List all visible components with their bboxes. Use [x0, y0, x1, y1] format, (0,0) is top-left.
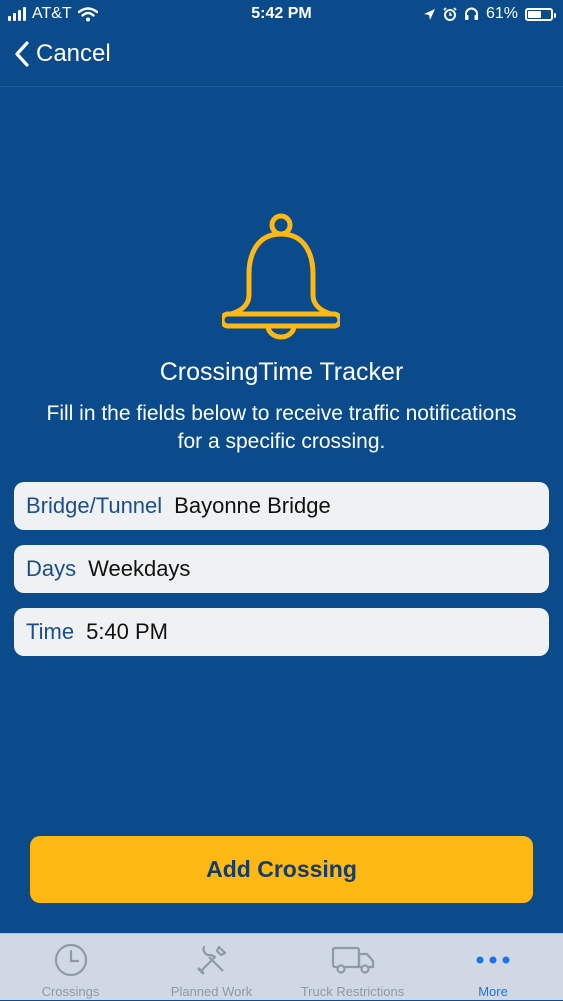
tab-bar: Crossings Planned Work Truck Restriction… [0, 933, 563, 1000]
subtitle-line-1: Fill in the fields below to receive traf… [46, 402, 517, 425]
headphones-icon [464, 7, 478, 20]
status-bar: AT&T 5:42 PM 61% [0, 0, 563, 30]
field-value: 5:40 PM [86, 619, 169, 644]
battery-percent: 61% [485, 5, 518, 22]
tab-truck-restrictions[interactable]: Truck Restrictions [282, 934, 423, 1001]
field-value: Bayonne Bridge [174, 493, 331, 518]
field-label: Bridge/Tunnel [26, 493, 163, 518]
field-label: Days [26, 556, 77, 581]
nav-divider [0, 86, 563, 87]
field-value: Weekdays [88, 556, 191, 581]
tab-crossings[interactable]: Crossings [0, 934, 141, 1001]
bridge-tunnel-field[interactable]: Bridge/Tunnel Bayonne Bridge [14, 482, 549, 530]
battery-fill [528, 10, 541, 18]
clock-icon [54, 943, 87, 977]
nav-bar: Cancel [0, 30, 563, 86]
tab-label: Crossings [41, 984, 100, 999]
tab-planned-work[interactable]: Planned Work [141, 934, 282, 1001]
tab-label: Truck Restrictions [300, 984, 405, 999]
alarm-icon [443, 7, 457, 21]
time-field[interactable]: Time 5:40 PM [14, 608, 549, 656]
battery-icon [525, 7, 556, 21]
field-label: Time [26, 619, 75, 644]
page-subtitle: Fill in the fields below to receive traf… [0, 400, 563, 456]
days-field[interactable]: Days Weekdays [14, 545, 549, 593]
location-icon [423, 8, 435, 20]
tab-label: Planned Work [170, 984, 253, 999]
page-title: CrossingTime Tracker [159, 358, 404, 386]
subtitle-line-2: for a specific crossing. [177, 430, 386, 453]
tab-more[interactable]: More [423, 934, 563, 1001]
tools-icon [197, 945, 226, 975]
cancel-button[interactable]: Cancel [14, 40, 111, 68]
cancel-label: Cancel [36, 40, 111, 67]
tab-label: More [478, 984, 508, 999]
chevron-left-icon [15, 41, 29, 67]
truck-icon [331, 946, 374, 974]
bell-icon [222, 213, 340, 340]
status-right: 61% [423, 5, 556, 23]
more-icon [476, 956, 510, 964]
add-crossing-button[interactable]: Add Crossing [30, 836, 533, 903]
